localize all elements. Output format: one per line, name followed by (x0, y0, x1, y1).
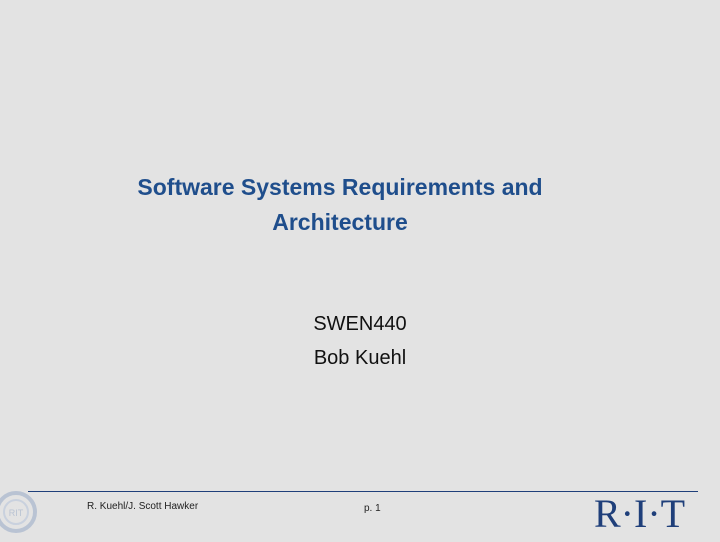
title-line-2: Architecture (272, 209, 408, 235)
slide: Software Systems Requirements and Archit… (0, 0, 720, 540)
presenter-name: Bob Kuehl (313, 347, 407, 369)
rit-seal-icon: RIT (0, 491, 37, 533)
slide-title: Software Systems Requirements and Archit… (40, 170, 640, 240)
course-code: SWEN440 (313, 313, 407, 335)
seal-text: RIT (9, 508, 24, 518)
footer-author: R. Kuehl/J. Scott Hawker (87, 501, 199, 512)
page-number: p. 1 (364, 503, 381, 514)
title-line-1: Software Systems Requirements and (137, 174, 543, 200)
rit-logo: R·I·T (594, 491, 686, 536)
slide-subtitle: SWEN440 Bob Kuehl (160, 307, 560, 375)
